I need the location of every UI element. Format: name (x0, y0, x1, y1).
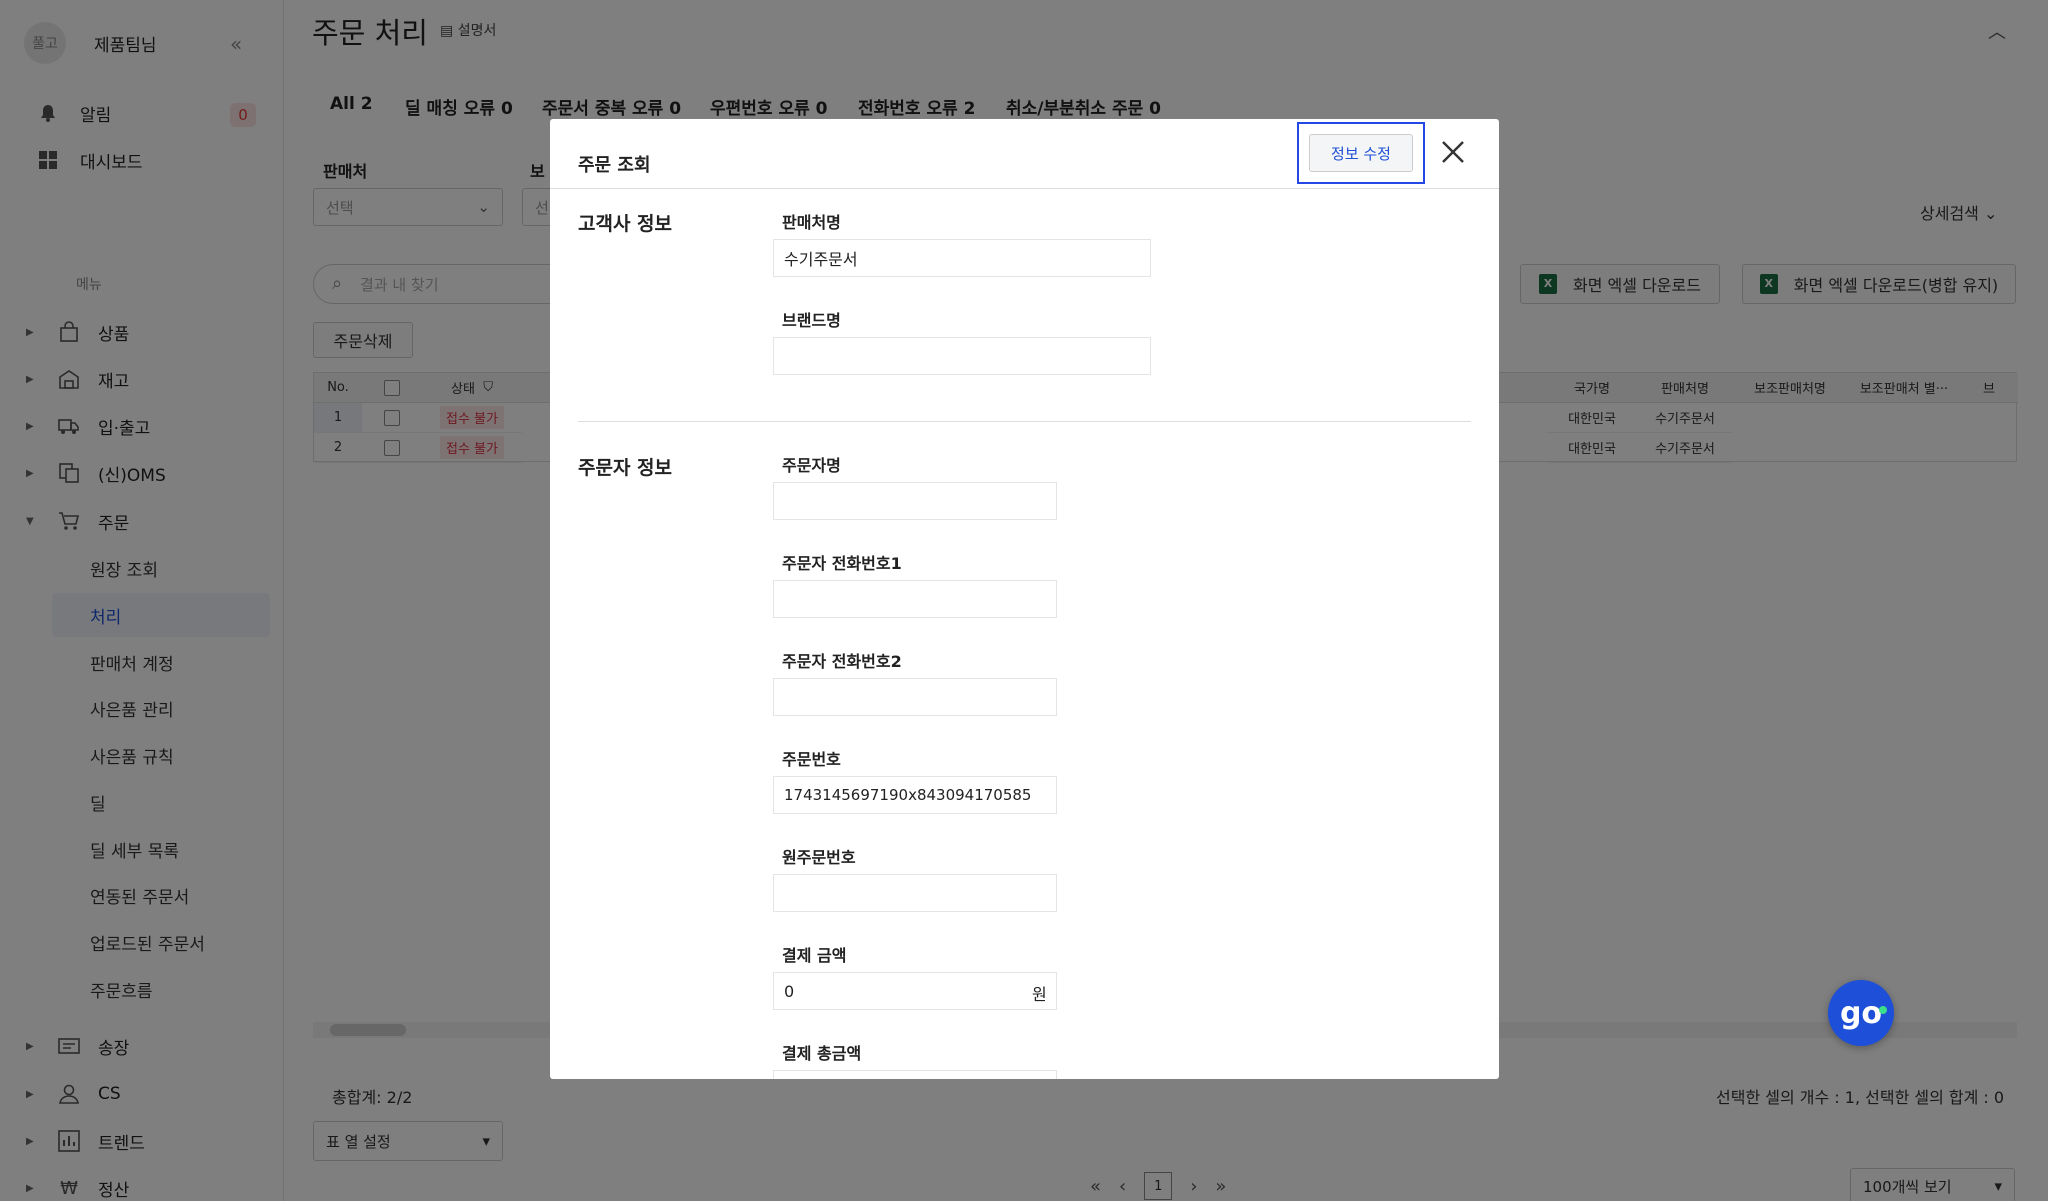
orderer-name-field[interactable] (773, 482, 1057, 520)
section-divider (578, 421, 1471, 422)
edit-info-button[interactable]: 정보 수정 (1309, 134, 1413, 172)
orderer-phone1-field[interactable] (773, 580, 1057, 618)
order-detail-modal: 주문 조회 정보 수정 고객사 정보 판매처명 수기주문서 브랜드명 주문자 정… (550, 119, 1499, 1079)
order-number-label: 주문번호 (782, 750, 841, 769)
orderer-phone1-label: 주문자 전화번호1 (782, 554, 902, 573)
order-number-field[interactable]: 1743145697190x843094170585 (773, 776, 1057, 814)
seller-name-field[interactable]: 수기주문서 (773, 239, 1151, 277)
close-icon[interactable] (1438, 137, 1468, 167)
payment-amount-field[interactable]: 0 (773, 972, 1057, 1010)
payment-total-label: 결제 총금액 (782, 1044, 862, 1063)
seller-name-label: 판매처명 (782, 213, 841, 232)
original-order-number-field[interactable] (773, 874, 1057, 912)
modal-title: 주문 조회 (578, 155, 651, 176)
orderer-section-title: 주문자 정보 (578, 457, 673, 479)
brand-name-label: 브랜드명 (782, 311, 841, 330)
payment-total-field[interactable] (773, 1070, 1057, 1079)
brand-name-field[interactable] (773, 337, 1151, 375)
customer-section-title: 고객사 정보 (578, 213, 673, 235)
original-order-number-label: 원주문번호 (782, 848, 856, 867)
orderer-phone2-field[interactable] (773, 678, 1057, 716)
orderer-phone2-label: 주문자 전화번호2 (782, 652, 902, 671)
currency-unit: 원 (1032, 985, 1047, 1004)
modal-header-divider (550, 188, 1499, 189)
orderer-name-label: 주문자명 (782, 456, 841, 475)
payment-amount-label: 결제 금액 (782, 946, 847, 965)
online-dot-icon (1879, 1006, 1887, 1014)
